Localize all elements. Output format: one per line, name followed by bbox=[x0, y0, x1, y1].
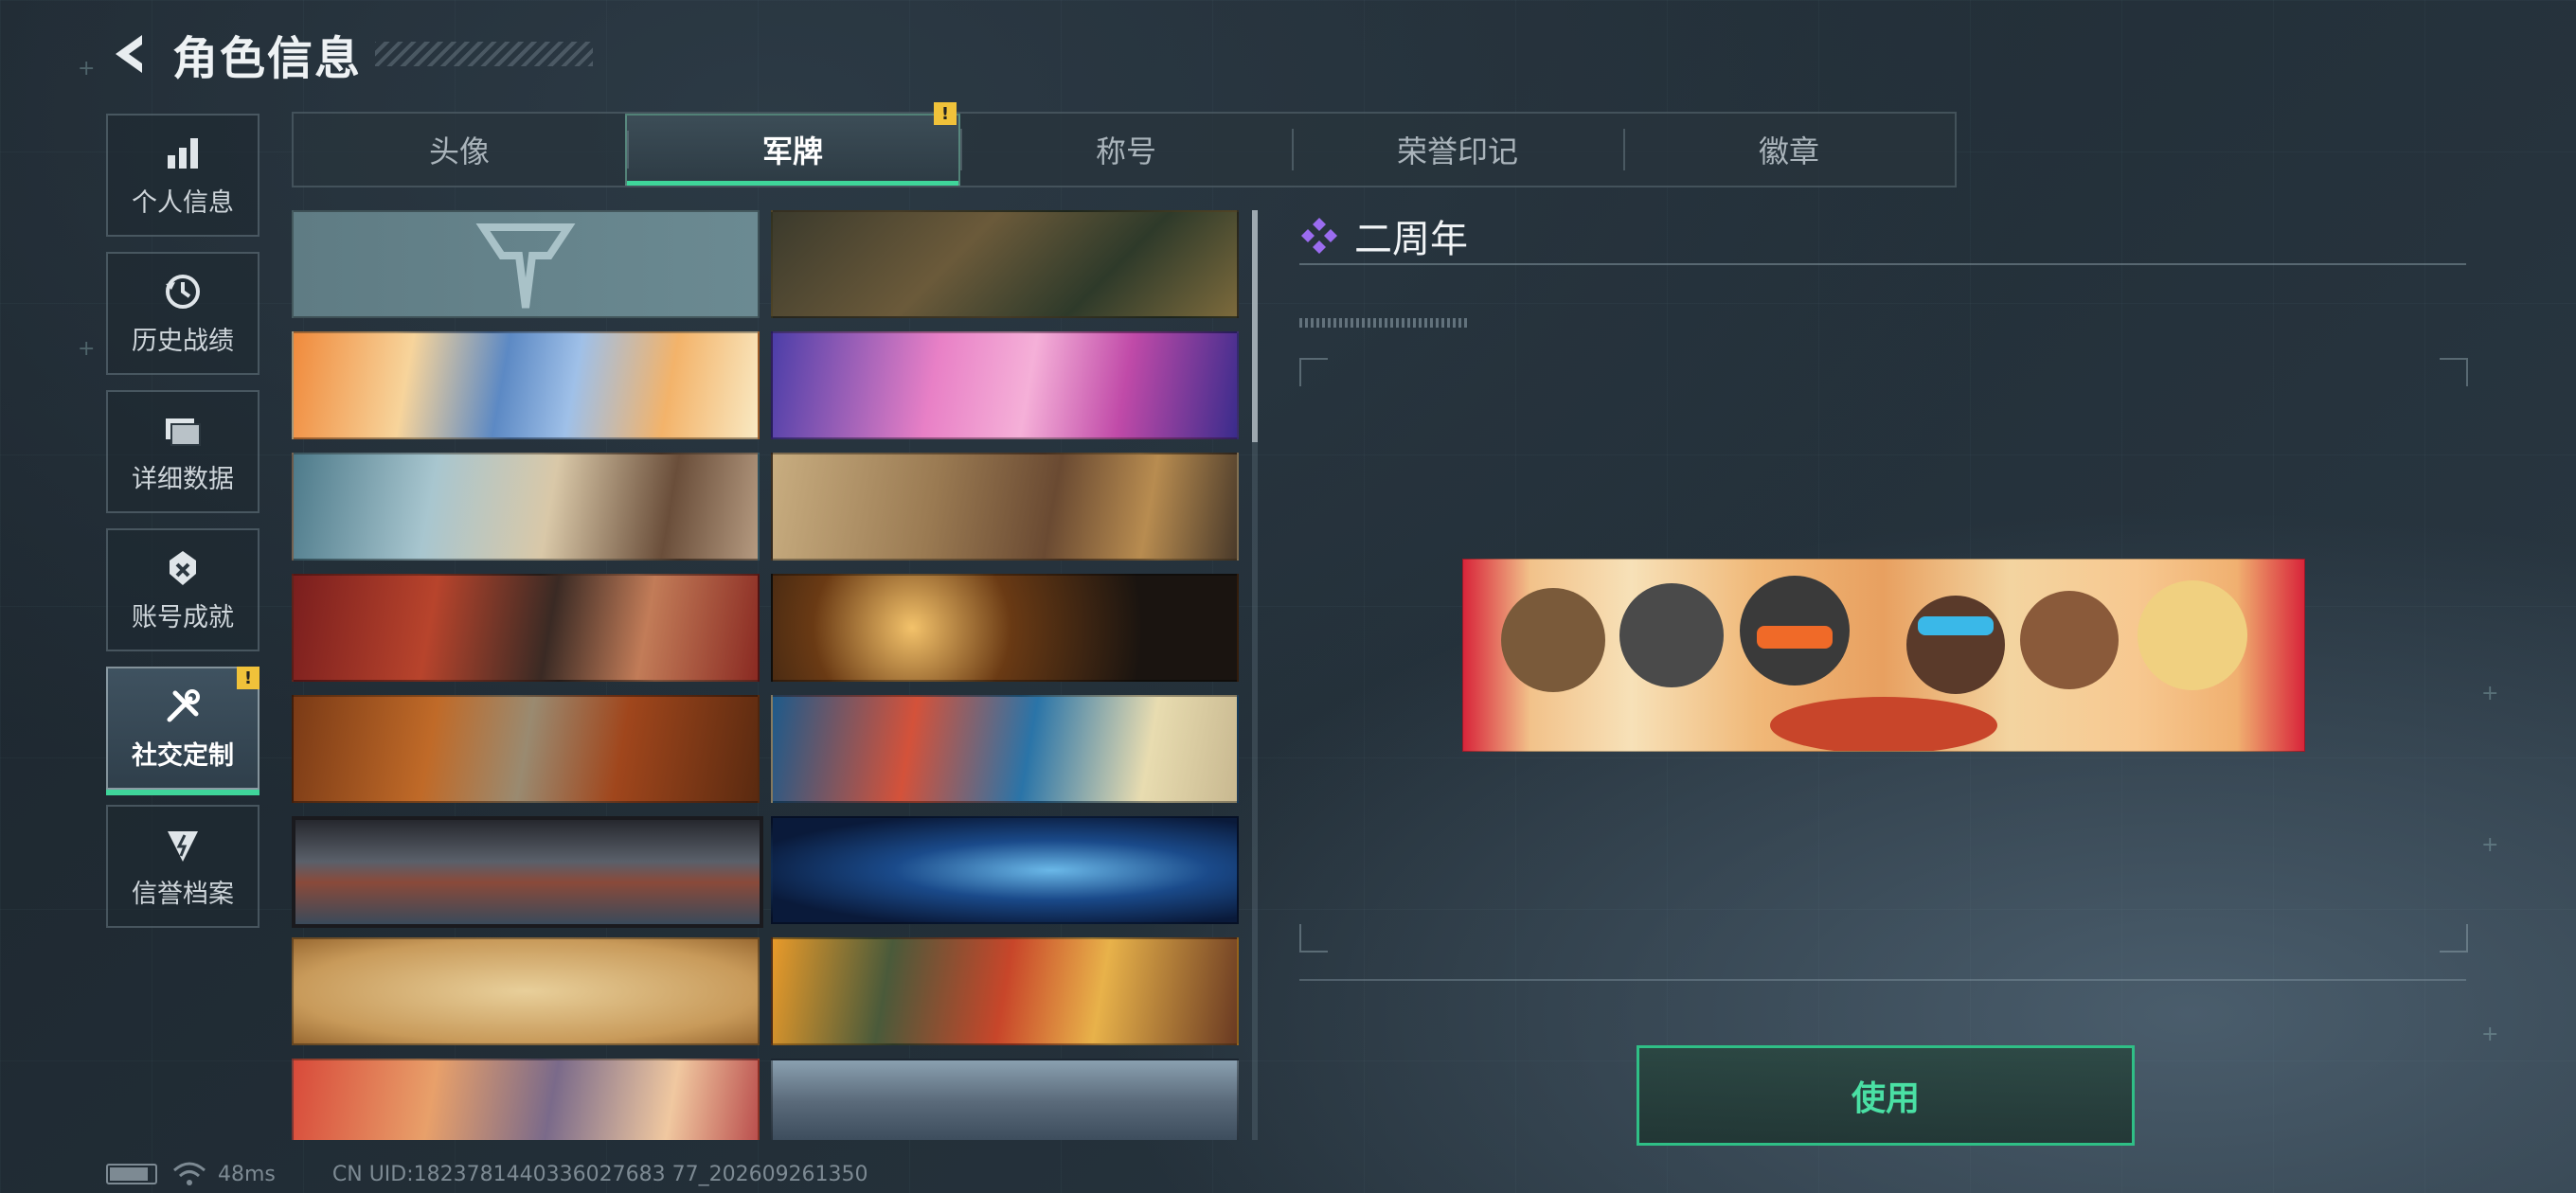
battery-icon bbox=[106, 1164, 157, 1184]
wifi-icon bbox=[173, 1162, 206, 1185]
title-decoration bbox=[375, 42, 594, 66]
plate-autumn-hand[interactable] bbox=[292, 695, 760, 803]
achievement-icon bbox=[170, 550, 196, 585]
scroll-thumb[interactable] bbox=[1252, 210, 1258, 442]
decor-bar bbox=[1299, 318, 1468, 328]
sidebar-item-credit[interactable]: 信誉档案 bbox=[106, 805, 259, 928]
plate-xray-skeleton[interactable] bbox=[771, 816, 1239, 924]
sidebar-item-label: 账号成就 bbox=[132, 602, 234, 632]
history-icon bbox=[166, 274, 200, 309]
credit-icon bbox=[168, 830, 198, 862]
alert-badge: ! bbox=[934, 102, 957, 125]
plate-weapons[interactable] bbox=[771, 210, 1239, 318]
plate-octopus-wave[interactable] bbox=[771, 695, 1239, 803]
plate-pixel-room[interactable] bbox=[292, 816, 763, 928]
plate-mechanic[interactable] bbox=[292, 453, 760, 561]
plate-candle-swan[interactable] bbox=[771, 574, 1239, 682]
ping-value: 48ms bbox=[218, 1162, 276, 1186]
sidebar-item-achievements[interactable]: 账号成就 bbox=[106, 528, 259, 651]
anniversary-characters-art bbox=[1501, 576, 2247, 751]
dog-tag-preview bbox=[1462, 559, 2305, 752]
frame-corner bbox=[1299, 358, 1328, 386]
plate-party[interactable] bbox=[292, 1059, 760, 1140]
status-bar: 48ms CN UID:1823781440336027683 77_20260… bbox=[106, 1161, 868, 1187]
tab-title[interactable]: 称号 bbox=[960, 114, 1292, 186]
decor-plus: + bbox=[78, 337, 96, 361]
page-header: 角色信息 bbox=[104, 21, 594, 87]
plate-feast[interactable] bbox=[771, 937, 1239, 1045]
four-diamond-icon bbox=[1301, 218, 1337, 254]
sidebar-item-label: 个人信息 bbox=[132, 187, 234, 218]
tab-badge[interactable]: 徽章 bbox=[1623, 114, 1955, 186]
plate-red-squad[interactable] bbox=[292, 574, 760, 682]
uid-text: CN UID:1823781440336027683 77_2026092613… bbox=[331, 1162, 868, 1186]
plate-harbor[interactable] bbox=[771, 1059, 1239, 1140]
sidebar: 个人信息 历史战绩 详细数据 账号成就 ! 社交定制 信誉档案 bbox=[106, 114, 259, 943]
tab-honor-mark[interactable]: 荣誉印记 bbox=[1292, 114, 1623, 186]
sidebar-item-label: 社交定制 bbox=[132, 740, 234, 771]
sidebar-item-label: 历史战绩 bbox=[132, 326, 234, 356]
folder-icon bbox=[166, 418, 201, 446]
dog-tag-grid bbox=[292, 210, 1239, 1140]
plate-blue-operator[interactable] bbox=[292, 331, 760, 439]
tab-label: 头像 bbox=[428, 134, 490, 169]
decor-plus: + bbox=[2481, 682, 2499, 705]
sidebar-item-details[interactable]: 详细数据 bbox=[106, 390, 259, 513]
frame-corner bbox=[2440, 924, 2468, 953]
game-logo-icon bbox=[475, 223, 576, 309]
plate-desert-town[interactable] bbox=[771, 453, 1239, 561]
sidebar-item-label: 信誉档案 bbox=[132, 879, 234, 909]
tools-icon bbox=[167, 688, 200, 721]
tab-label: 军牌 bbox=[761, 134, 823, 169]
decor-plus: + bbox=[2481, 1023, 2499, 1046]
decor-plus: + bbox=[2481, 833, 2499, 857]
tab-label: 荣誉印记 bbox=[1396, 134, 1518, 169]
bar-chart-icon bbox=[168, 137, 198, 169]
plate-sketch[interactable] bbox=[292, 937, 760, 1045]
page-title: 角色信息 bbox=[172, 32, 363, 85]
divider bbox=[1299, 979, 2466, 981]
divider bbox=[1299, 263, 2466, 265]
sidebar-item-social-custom[interactable]: ! 社交定制 bbox=[106, 667, 259, 795]
plate-pink-train[interactable] bbox=[771, 331, 1239, 439]
tab-avatar[interactable]: 头像 bbox=[294, 114, 625, 186]
sidebar-item-history[interactable]: 历史战绩 bbox=[106, 252, 259, 375]
tab-label: 徽章 bbox=[1758, 134, 1819, 169]
detail-name: 二周年 bbox=[1354, 218, 1468, 261]
use-button[interactable]: 使用 bbox=[1637, 1045, 2135, 1146]
plate-logo[interactable] bbox=[292, 210, 760, 318]
tab-dog-tag[interactable]: 军牌 ! bbox=[625, 102, 960, 186]
frame-corner bbox=[2440, 358, 2468, 386]
tab-label: 称号 bbox=[1095, 134, 1156, 169]
frame-corner bbox=[1299, 924, 1328, 953]
back-arrow-icon[interactable] bbox=[104, 29, 153, 79]
grid-scrollbar[interactable] bbox=[1252, 210, 1258, 1140]
sidebar-item-personal-info[interactable]: 个人信息 bbox=[106, 114, 259, 237]
tab-bar: 头像 军牌 ! 称号 荣誉印记 徽章 bbox=[292, 102, 1957, 187]
alert-badge: ! bbox=[237, 667, 259, 689]
detail-header: 二周年 bbox=[1299, 208, 1468, 263]
sidebar-item-label: 详细数据 bbox=[132, 464, 234, 494]
decor-plus: + bbox=[78, 57, 96, 80]
